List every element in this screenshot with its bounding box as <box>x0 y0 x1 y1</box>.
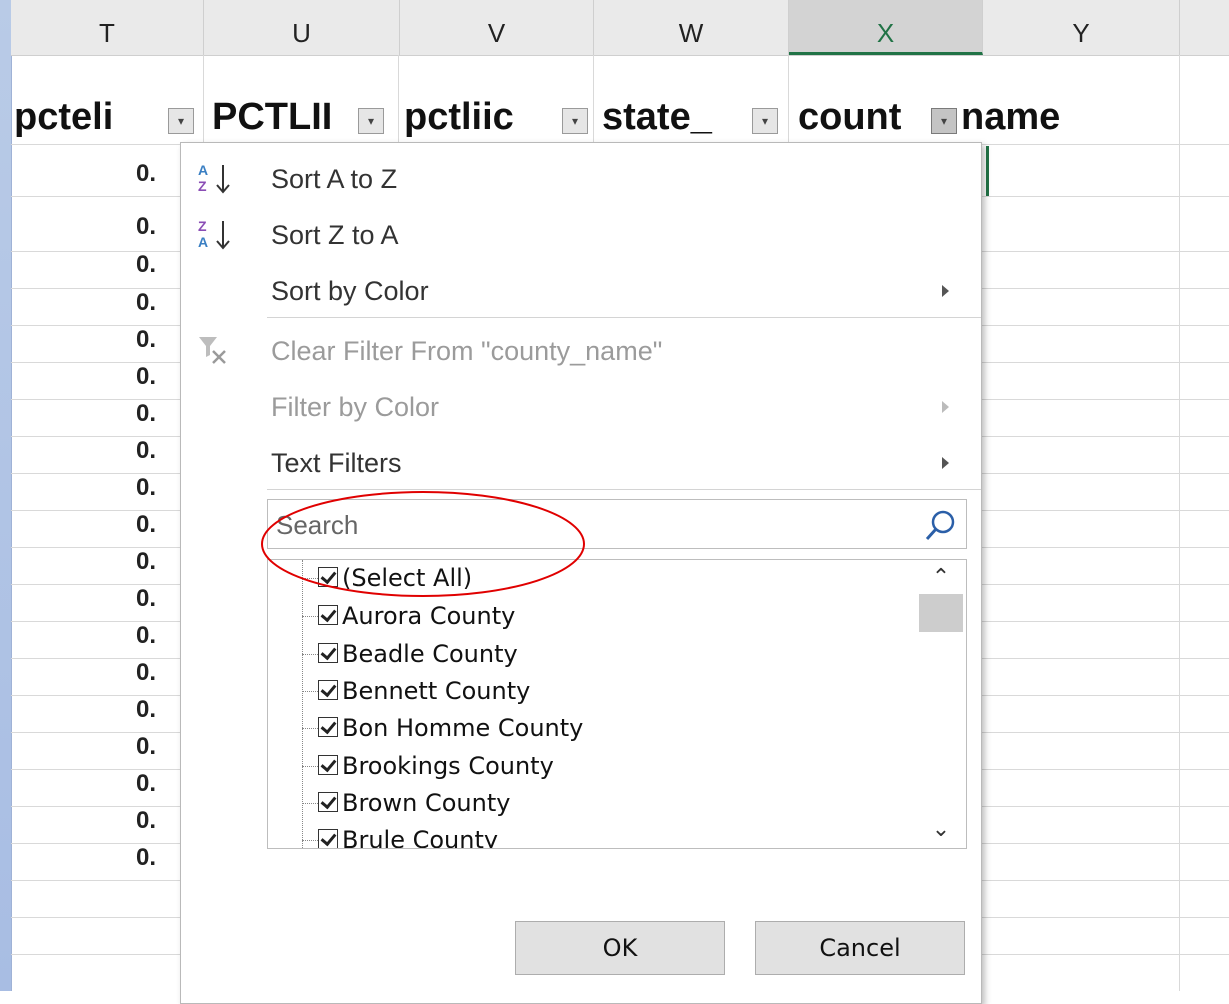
column-header-t[interactable]: T <box>11 0 204 55</box>
cell-value[interactable]: 0. <box>136 363 180 391</box>
list-item-label: Bon Homme County <box>342 714 584 742</box>
cell-value[interactable]: 0. <box>136 585 180 613</box>
checkbox-checked-icon[interactable] <box>318 680 338 700</box>
search-input[interactable] <box>274 504 908 546</box>
clear-filter-item[interactable]: Clear Filter From "county_name" <box>181 323 981 379</box>
list-item-select-all[interactable]: (Select All) <box>318 564 472 601</box>
column-header-y[interactable]: Y <box>983 0 1180 55</box>
checkbox-checked-icon[interactable] <box>318 643 338 663</box>
filter-dropdown-button-active[interactable]: ▾ <box>931 108 957 134</box>
checkbox-checked-icon[interactable] <box>318 792 338 812</box>
filter-dropdown-button[interactable]: ▾ <box>168 108 194 134</box>
list-scrollbar[interactable]: ⌃ ⌄ <box>916 560 966 848</box>
list-item-label: Brown County <box>342 789 511 817</box>
text-filters-item[interactable]: Text Filters <box>181 435 981 491</box>
cell-value[interactable]: 0. <box>136 213 180 241</box>
checkbox-checked-icon[interactable] <box>318 605 338 625</box>
sort-by-color-item[interactable]: Sort by Color <box>181 263 981 319</box>
filter-values-list: (Select All) Aurora County Beadle County… <box>267 559 967 849</box>
list-item-label: Aurora County <box>342 602 516 630</box>
list-item[interactable]: Bennett County <box>318 677 530 714</box>
selected-cell-border <box>986 146 989 196</box>
scroll-down-icon[interactable]: ⌄ <box>930 818 952 840</box>
cell-value[interactable]: 0. <box>136 289 180 317</box>
cell-value[interactable]: 0. <box>136 659 180 687</box>
search-box <box>267 499 967 549</box>
submenu-arrow-icon <box>942 401 949 413</box>
column-header-v[interactable]: V <box>400 0 594 55</box>
filter-dropdown-menu: A Z Sort A to Z Z A Sort Z to A Sort by … <box>180 142 982 1004</box>
tree-connector <box>302 560 303 848</box>
sort-z-to-a-item[interactable]: Z A Sort Z to A <box>181 207 981 263</box>
column-header-u[interactable]: U <box>204 0 400 55</box>
svg-text:Z: Z <box>198 218 207 234</box>
submenu-arrow-icon <box>942 457 949 469</box>
sort-a-to-z-label: Sort A to Z <box>271 164 398 194</box>
list-item[interactable]: Brule County <box>318 826 499 849</box>
scroll-thumb[interactable] <box>919 594 963 632</box>
cell-value[interactable]: 0. <box>136 548 180 576</box>
svg-text:A: A <box>198 234 208 250</box>
list-item-label: (Select All) <box>342 564 473 592</box>
clear-filter-icon <box>195 333 235 369</box>
column-header-x[interactable]: X <box>789 0 983 55</box>
header-cell-name[interactable]: name <box>961 92 1131 142</box>
cell-value[interactable]: 0. <box>136 326 180 354</box>
filter-by-color-label: Filter by Color <box>271 392 440 422</box>
sort-by-color-label: Sort by Color <box>271 276 429 306</box>
cell-value[interactable]: 0. <box>136 622 180 650</box>
checkbox-checked-icon[interactable] <box>318 567 338 587</box>
cell-value[interactable]: 0. <box>136 733 180 761</box>
cell-value[interactable]: 0. <box>136 437 180 465</box>
header-cell-pcteli[interactable]: pcteli <box>14 92 166 142</box>
svg-text:Z: Z <box>198 178 207 194</box>
sort-a-to-z-item[interactable]: A Z Sort A to Z <box>181 151 981 207</box>
cell-value[interactable]: 0. <box>136 844 180 872</box>
sort-ascending-icon: A Z <box>195 161 235 197</box>
header-cell-pctliic[interactable]: pctliic <box>404 92 560 142</box>
svg-text:A: A <box>198 162 208 178</box>
cancel-button[interactable]: Cancel <box>755 921 965 975</box>
sort-z-to-a-label: Sort Z to A <box>271 220 399 250</box>
filter-by-color-item[interactable]: Filter by Color <box>181 379 981 435</box>
ok-button[interactable]: OK <box>515 921 725 975</box>
filter-dropdown-button[interactable]: ▾ <box>562 108 588 134</box>
cell-value[interactable]: 0. <box>136 160 180 188</box>
text-filters-label: Text Filters <box>271 448 402 478</box>
list-item-label: Beadle County <box>342 640 518 668</box>
cell-value[interactable]: 0. <box>136 474 180 502</box>
cell-value[interactable]: 0. <box>136 807 180 835</box>
checkbox-checked-icon[interactable] <box>318 717 338 737</box>
cell-value[interactable]: 0. <box>136 511 180 539</box>
checkbox-checked-icon[interactable] <box>318 755 338 775</box>
menu-separator <box>267 317 981 318</box>
cell-value[interactable]: 0. <box>136 251 180 279</box>
column-header-w[interactable]: W <box>594 0 789 55</box>
filter-dropdown-button[interactable]: ▾ <box>752 108 778 134</box>
list-item[interactable]: Aurora County <box>318 602 515 639</box>
clear-filter-label: Clear Filter From "county_name" <box>271 336 663 366</box>
header-cell-county[interactable]: count <box>798 92 928 142</box>
list-item[interactable]: Brown County <box>318 789 510 826</box>
list-item[interactable]: Bon Homme County <box>318 714 583 751</box>
cell-value[interactable]: 0. <box>136 400 180 428</box>
sort-descending-icon: Z A <box>195 217 235 253</box>
scroll-up-icon[interactable]: ⌃ <box>930 566 952 588</box>
list-item[interactable]: Beadle County <box>318 640 518 677</box>
list-item-label: Brookings County <box>342 752 554 780</box>
column-header-row: T U V W X Y <box>11 0 1229 56</box>
cell-value[interactable]: 0. <box>136 770 180 798</box>
checkbox-checked-icon[interactable] <box>318 829 338 848</box>
list-item[interactable]: Brookings County <box>318 752 554 789</box>
cell-value[interactable]: 0. <box>136 696 180 724</box>
header-cell-state[interactable]: state_ <box>602 92 750 142</box>
header-cell-pctlii[interactable]: PCTLII <box>212 92 356 142</box>
list-item-label: Brule County <box>342 826 499 849</box>
menu-separator <box>267 489 981 490</box>
list-item-label: Bennett County <box>342 677 531 705</box>
search-icon[interactable] <box>924 508 958 542</box>
submenu-arrow-icon <box>942 285 949 297</box>
filter-dropdown-button[interactable]: ▾ <box>358 108 384 134</box>
